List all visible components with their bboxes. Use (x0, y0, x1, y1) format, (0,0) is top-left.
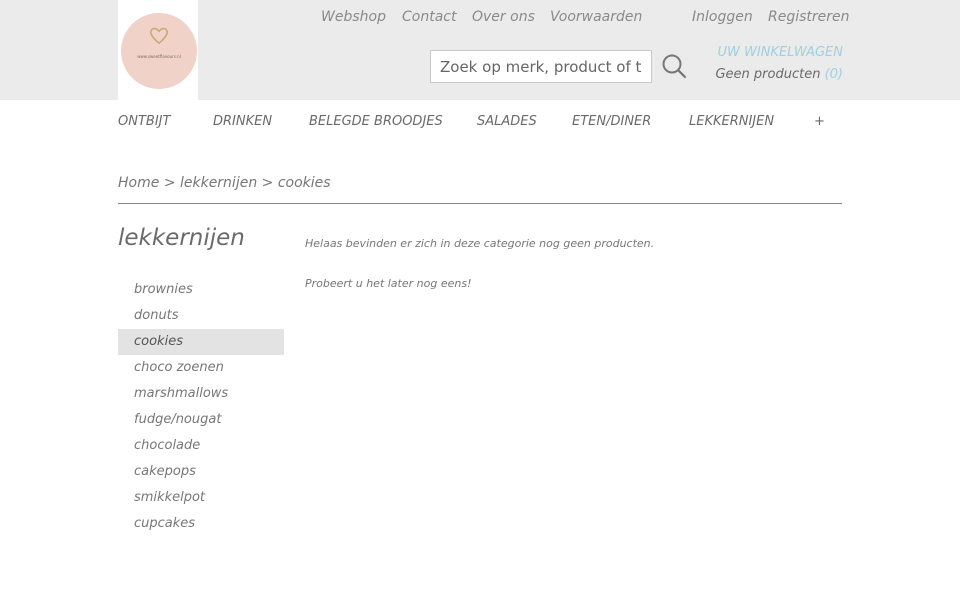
logo-text: www.sweetflavours.nl (137, 54, 181, 59)
nav-item-lekkernijen[interactable]: LEKKERNIJEN (689, 114, 774, 129)
page-title: lekkernijen (118, 225, 245, 251)
subcategory-item-fudge-nougat[interactable]: fudge/nougat (118, 407, 284, 433)
logo-circle: www.sweetflavours.nl (121, 13, 197, 89)
empty-category-message: Helaas bevinden er zich in deze categori… (305, 237, 655, 250)
retry-later-message: Probeert u het later nog eens! (305, 277, 472, 290)
subcategory-list: brownies donuts cookies choco zoenen mar… (118, 277, 284, 537)
link-webshop[interactable]: Webshop (321, 9, 386, 25)
subcategory-item-cookies[interactable]: cookies (118, 329, 284, 355)
link-contact[interactable]: Contact (402, 9, 456, 25)
subcategory-item-marshmallows[interactable]: marshmallows (118, 381, 284, 407)
link-voorwaarden[interactable]: Voorwaarden (550, 9, 642, 25)
nav-item-more[interactable]: + (814, 114, 825, 129)
subcategory-item-choco-zoenen[interactable]: choco zoenen (118, 355, 284, 381)
link-over-ons[interactable]: Over ons (472, 9, 535, 25)
subcategory-item-cupcakes[interactable]: cupcakes (118, 511, 284, 537)
header-bar: www.sweetflavours.nl Webshop Contact Ove… (0, 0, 960, 100)
nav-item-belegde-broodjes[interactable]: BELEGDE BROODJES (309, 114, 443, 129)
breadcrumb[interactable]: Home > lekkernijen > cookies (118, 175, 331, 191)
nav-item-ontbijt[interactable]: ONTBIJT (118, 114, 170, 129)
subcategory-item-chocolade[interactable]: chocolade (118, 433, 284, 459)
cart-count: (0) (824, 67, 843, 82)
link-registreren[interactable]: Registreren (768, 9, 850, 25)
cart-status-label: Geen producten (715, 67, 821, 82)
cart-title[interactable]: UW WINKELWAGEN (700, 45, 843, 60)
logo[interactable]: www.sweetflavours.nl (118, 0, 198, 100)
divider (118, 203, 842, 204)
cart-status[interactable]: Geen producten (0) (680, 67, 843, 82)
link-inloggen[interactable]: Inloggen (692, 9, 753, 25)
nav-item-drinken[interactable]: DRINKEN (213, 114, 272, 129)
nav-item-salades[interactable]: SALADES (477, 114, 537, 129)
nav-item-eten-diner[interactable]: ETEN/DINER (572, 114, 651, 129)
subcategory-item-brownies[interactable]: brownies (118, 277, 284, 303)
subcategory-item-smikkelpot[interactable]: smikkelpot (118, 485, 284, 511)
search-input[interactable] (430, 50, 652, 83)
heart-icon (150, 27, 168, 45)
subcategory-item-cakepops[interactable]: cakepops (118, 459, 284, 485)
subcategory-item-donuts[interactable]: donuts (118, 303, 284, 329)
